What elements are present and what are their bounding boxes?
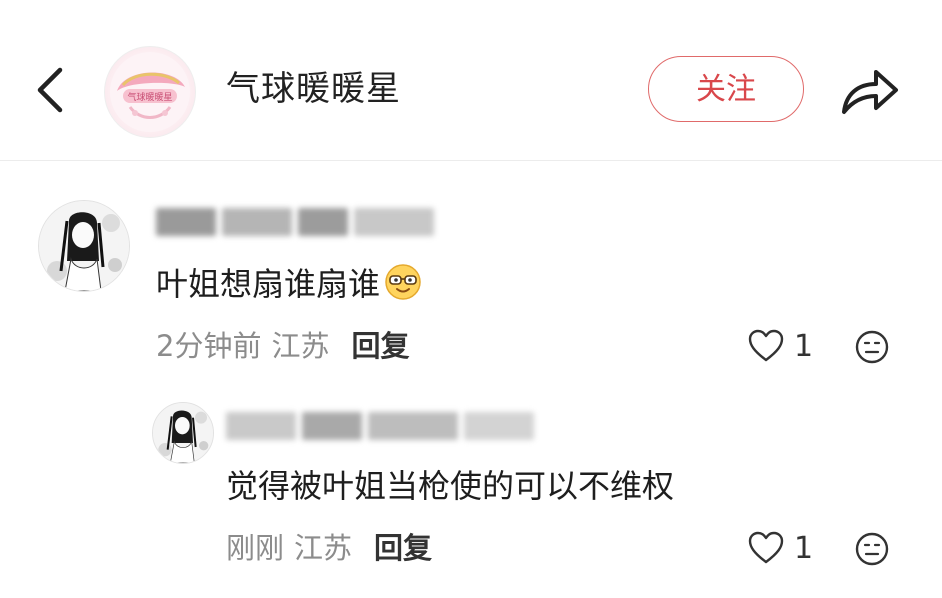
post-header: 气球暖暖星 气球暖暖星 关注 [0, 0, 942, 161]
comment-meta: 2分钟前 江苏 回复 [156, 326, 409, 366]
comment-text: 叶姐想扇谁扇谁 [156, 262, 422, 306]
dislike-button[interactable] [854, 531, 890, 567]
comment-location: 江苏 [271, 329, 330, 363]
replier-name-blurred [226, 406, 534, 446]
balloon-logo-icon: 气球暖暖星 [110, 52, 190, 132]
author-avatar[interactable]: 气球暖暖星 [104, 46, 196, 138]
like-count: 1 [794, 530, 814, 566]
comment-body: 叶姐想扇谁扇谁 [156, 265, 381, 303]
commenter-name-blurred [156, 202, 434, 242]
neutral-face-icon [855, 532, 889, 566]
replier-avatar[interactable] [152, 402, 214, 464]
share-arrow-icon [842, 70, 898, 114]
heart-icon [748, 531, 784, 564]
avatar-illustration-icon [153, 403, 213, 463]
avatar-illustration-icon [39, 201, 129, 291]
svg-text:气球暖暖星: 气球暖暖星 [127, 91, 172, 103]
heart-icon [748, 329, 784, 362]
like-button[interactable]: 1 [748, 528, 813, 568]
follow-button[interactable]: 关注 [648, 56, 804, 122]
comment-time: 2分钟前 [156, 329, 262, 363]
neutral-face-icon [855, 330, 889, 364]
like-count: 1 [794, 328, 814, 364]
author-name[interactable]: 气球暖暖星 [226, 66, 401, 112]
sunglasses-emoji-icon [385, 264, 421, 300]
like-button[interactable]: 1 [748, 326, 813, 366]
reply-button[interactable]: 回复 [351, 329, 409, 363]
chevron-left-icon [37, 67, 63, 113]
commenter-avatar[interactable] [38, 200, 130, 292]
reply-time: 刚刚 [226, 531, 285, 565]
share-button[interactable] [838, 62, 902, 118]
reply-button[interactable]: 回复 [374, 531, 432, 565]
reply-meta: 刚刚 江苏 回复 [226, 528, 432, 568]
reply-text: 觉得被叶姐当枪使的可以不维权 [226, 467, 675, 505]
back-button[interactable] [30, 62, 74, 118]
reply-location: 江苏 [294, 531, 353, 565]
dislike-button[interactable] [854, 329, 890, 365]
